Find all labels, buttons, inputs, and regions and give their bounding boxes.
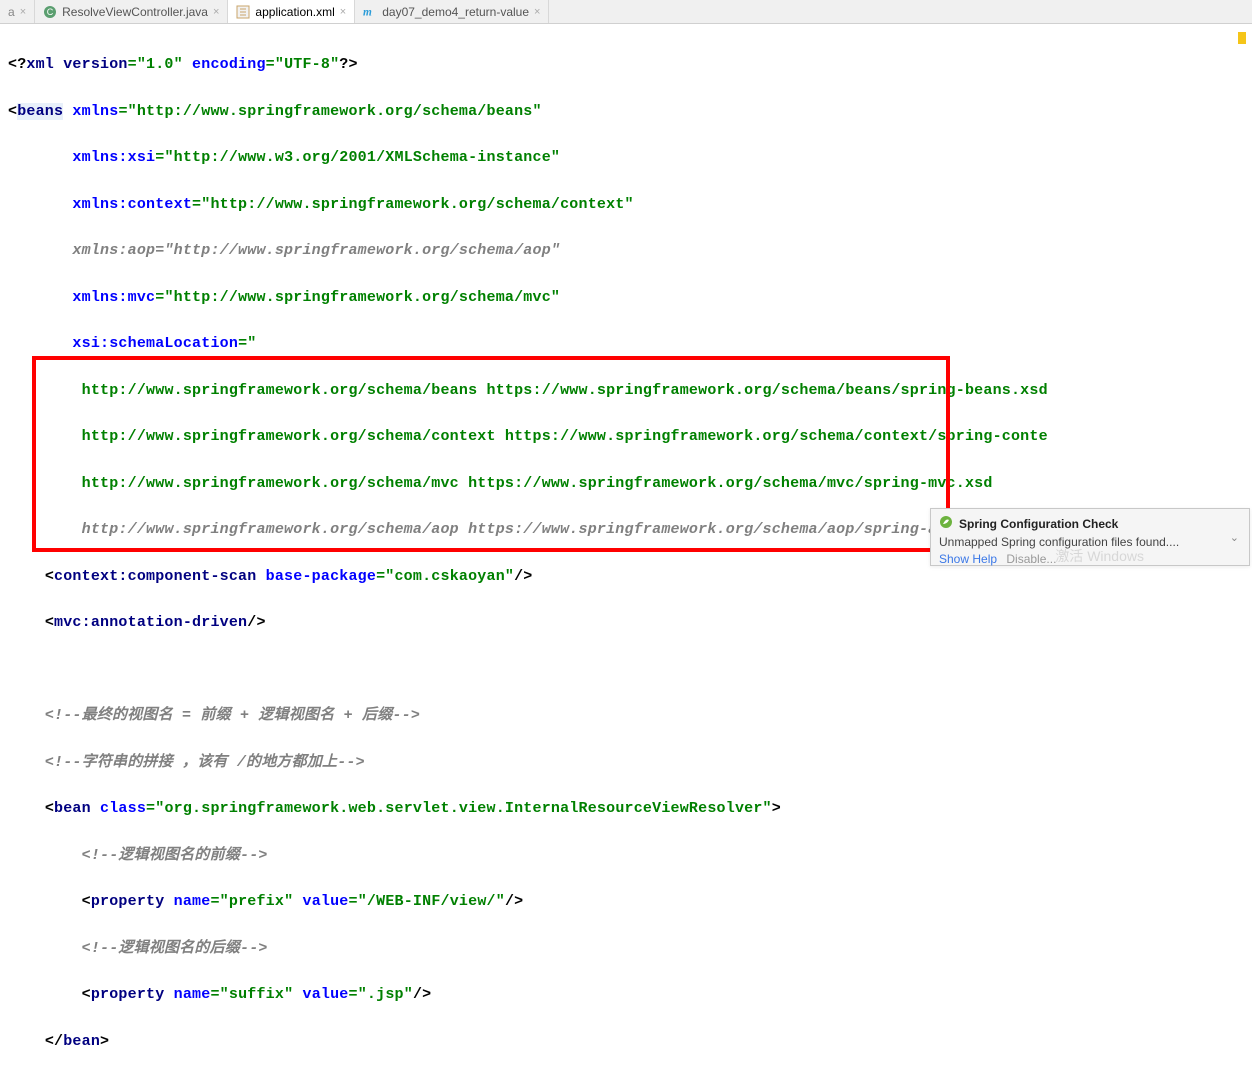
code-line: http://www.springframework.org/schema/mv…	[8, 472, 1244, 495]
chevron-down-icon[interactable]: ⌄	[1230, 531, 1239, 544]
code-line: <bean class="org.springframework.web.ser…	[8, 797, 1244, 820]
code-line: <context:component-scan base-package="co…	[8, 565, 1244, 588]
spring-leaf-icon	[939, 515, 953, 532]
tab-partial[interactable]: a ×	[0, 0, 35, 23]
code-line: <beans xmlns="http://www.springframework…	[8, 100, 1244, 123]
tab-label: a	[8, 5, 15, 19]
show-help-link[interactable]: Show Help	[939, 552, 997, 566]
editor-tabs: a × C ResolveViewController.java × appli…	[0, 0, 1252, 24]
code-line	[8, 658, 1244, 681]
disable-link[interactable]: Disable...	[1006, 552, 1056, 566]
svg-text:C: C	[47, 7, 54, 17]
tab-label: ResolveViewController.java	[62, 5, 208, 19]
code-line: <!--逻辑视图名的前缀-->	[8, 844, 1244, 867]
code-line: xmlns:context="http://www.springframewor…	[8, 193, 1244, 216]
code-line: xsi:schemaLocation="	[8, 332, 1244, 355]
code-line: <property name="suffix" value=".jsp"/>	[8, 983, 1244, 1006]
tab-label: application.xml	[255, 5, 334, 19]
close-icon[interactable]: ×	[340, 6, 346, 18]
tab-label: day07_demo4_return-value	[382, 5, 529, 19]
code-line: </bean>	[8, 1030, 1244, 1053]
close-icon[interactable]: ×	[213, 6, 219, 18]
code-line: <mvc:annotation-driven/>	[8, 611, 1244, 634]
tab-application-xml[interactable]: application.xml ×	[228, 0, 355, 23]
java-class-icon: C	[43, 5, 57, 19]
code-line: <!--逻辑视图名的后缀-->	[8, 937, 1244, 960]
code-line: xmlns:aop="http://www.springframework.or…	[8, 239, 1244, 262]
code-line: http://www.springframework.org/schema/co…	[8, 425, 1244, 448]
code-line: xmlns:xsi="http://www.w3.org/2001/XMLSch…	[8, 146, 1244, 169]
notification-popup: Spring Configuration Check Unmapped Spri…	[930, 508, 1250, 566]
svg-text:m: m	[363, 6, 372, 18]
code-line: http://www.springframework.org/schema/be…	[8, 379, 1244, 402]
code-line: <property name="prefix" value="/WEB-INF/…	[8, 890, 1244, 913]
popup-title: Spring Configuration Check	[959, 517, 1118, 531]
code-line: <!--最终的视图名 = 前缀 + 逻辑视图名 + 后缀-->	[8, 704, 1244, 727]
warning-marker[interactable]	[1238, 32, 1246, 44]
close-icon[interactable]: ×	[534, 6, 540, 18]
tab-resolve-controller[interactable]: C ResolveViewController.java ×	[35, 0, 228, 23]
close-icon[interactable]: ×	[20, 6, 26, 18]
tab-day07-demo4[interactable]: m day07_demo4_return-value ×	[355, 0, 549, 23]
code-line: xmlns:mvc="http://www.springframework.or…	[8, 286, 1244, 309]
code-line: <?xml version="1.0" encoding="UTF-8"?>	[8, 53, 1244, 76]
maven-icon: m	[363, 5, 377, 19]
popup-message: Unmapped Spring configuration files foun…	[939, 535, 1241, 549]
spring-config-icon	[236, 5, 250, 19]
code-line: <!--字符串的拼接 ，该有 /的地方都加上-->	[8, 751, 1244, 774]
